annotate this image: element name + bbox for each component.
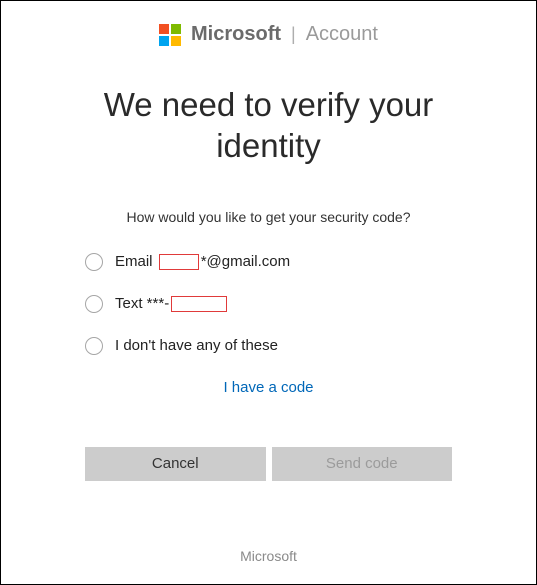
redacted-box: [159, 254, 199, 270]
microsoft-logo-icon: [159, 24, 181, 46]
radio-icon: [85, 337, 103, 355]
button-row: Cancel Send code: [85, 447, 452, 481]
option-email-label: Email *@gmail.com: [115, 253, 290, 270]
header-section: Account: [306, 23, 378, 46]
option-none-label: I don't have any of these: [115, 337, 278, 354]
have-code-row: I have a code: [1, 379, 536, 397]
option-none[interactable]: I don't have any of these: [85, 337, 536, 355]
send-code-button[interactable]: Send code: [272, 447, 453, 481]
brand-text: Microsoft: [191, 23, 281, 46]
header-divider: |: [291, 24, 296, 45]
have-code-link[interactable]: I have a code: [223, 379, 313, 396]
radio-icon: [85, 253, 103, 271]
radio-icon: [85, 295, 103, 313]
option-text[interactable]: Text ***-: [85, 295, 536, 313]
footer-text: Microsoft: [1, 548, 536, 564]
page-title: We need to verify your identity: [1, 54, 536, 167]
redacted-box: [171, 296, 227, 312]
prompt-text: How would you like to get your security …: [1, 209, 536, 225]
option-email[interactable]: Email *@gmail.com: [85, 253, 536, 271]
option-text-label: Text ***-: [115, 295, 229, 312]
options-group: Email *@gmail.com Text ***- I don't have…: [85, 253, 536, 355]
header: Microsoft | Account: [1, 1, 536, 54]
cancel-button[interactable]: Cancel: [85, 447, 266, 481]
